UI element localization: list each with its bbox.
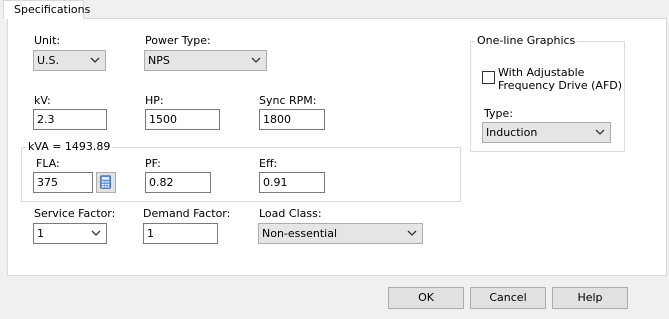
kv-input[interactable]: 2.3 [33, 109, 107, 130]
calculator-icon [100, 175, 111, 189]
kv-input-value: 2.3 [37, 113, 55, 126]
sync-rpm-input[interactable]: 1800 [259, 109, 325, 130]
sync-rpm-label: Sync RPM: [259, 94, 317, 107]
eff-label: Eff: [259, 157, 278, 170]
pf-input-value: 0.82 [149, 176, 174, 189]
fla-calculator-button[interactable] [96, 172, 116, 193]
load-class-select[interactable]: Non-essential [258, 223, 423, 244]
unit-select-value: U.S. [37, 54, 60, 67]
demand-factor-input-value: 1 [147, 227, 154, 240]
load-class-select-value: Non-essential [262, 227, 338, 240]
chevron-down-icon [595, 129, 605, 135]
afd-label-line1: With Adjustable [498, 66, 585, 79]
cancel-button[interactable]: Cancel [470, 287, 546, 309]
hp-label: HP: [145, 94, 164, 107]
one-line-graphics-title: One-line Graphics [475, 34, 578, 47]
fla-label: FLA: [36, 157, 60, 170]
eff-input[interactable]: 0.91 [259, 172, 325, 193]
chevron-down-icon [407, 230, 417, 236]
tab-specifications[interactable]: Specifications [3, 0, 90, 19]
chevron-down-icon [90, 57, 100, 63]
service-factor-label: Service Factor: [34, 207, 116, 220]
demand-factor-label: Demand Factor: [143, 207, 231, 220]
power-type-label: Power Type: [145, 34, 211, 47]
kva-group-title: kVA = 1493.89 [26, 140, 113, 153]
fla-input[interactable]: 375 [33, 172, 93, 193]
service-factor-select[interactable]: 1 [33, 223, 107, 244]
power-type-select-value: NPS [148, 54, 170, 67]
unit-select[interactable]: U.S. [33, 50, 106, 71]
chevron-down-icon [251, 57, 261, 63]
pf-label: PF: [145, 157, 161, 170]
afd-label-line2: Frequency Drive (AFD) [498, 79, 623, 92]
power-type-select[interactable]: NPS [144, 50, 267, 71]
type-select[interactable]: Induction [482, 122, 611, 143]
ok-button[interactable]: OK [388, 287, 464, 309]
load-class-label: Load Class: [259, 207, 322, 220]
afd-checkbox[interactable] [482, 71, 495, 84]
chevron-down-icon [91, 230, 101, 236]
demand-factor-input[interactable]: 1 [143, 223, 218, 244]
type-label: Type: [484, 107, 513, 120]
service-factor-select-value: 1 [37, 227, 44, 240]
sync-rpm-input-value: 1800 [263, 113, 291, 126]
kv-label: kV: [34, 94, 51, 107]
help-button[interactable]: Help [552, 287, 628, 309]
type-select-value: Induction [486, 126, 538, 139]
hp-input-value: 1500 [149, 113, 177, 126]
fla-input-value: 375 [37, 176, 58, 189]
eff-input-value: 0.91 [263, 176, 288, 189]
pf-input[interactable]: 0.82 [145, 172, 211, 193]
hp-input[interactable]: 1500 [145, 109, 220, 130]
unit-label: Unit: [34, 34, 61, 47]
tab-specifications-label: Specifications [14, 3, 91, 16]
